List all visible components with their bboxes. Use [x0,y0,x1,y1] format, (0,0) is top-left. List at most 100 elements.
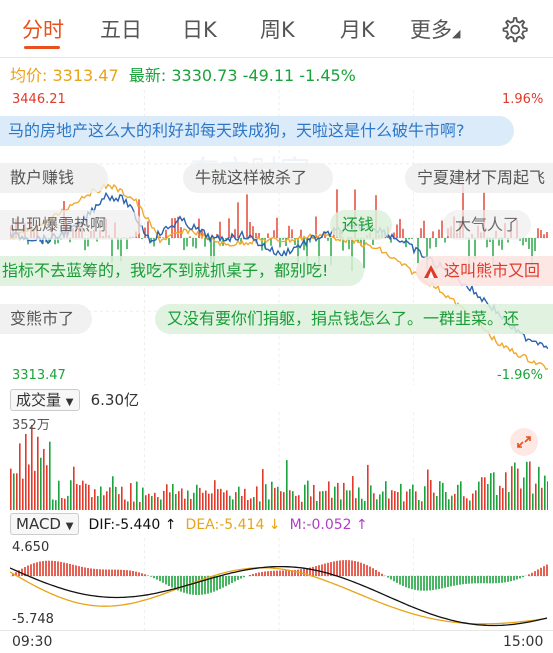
danmu-comment[interactable]: 牛就这样被杀了 [183,163,333,193]
price-low-pct: -1.96% [497,368,543,383]
volume-bar [514,462,516,510]
volume-bar [217,489,219,510]
gear-icon[interactable] [500,15,528,43]
volume-bar [79,485,81,510]
price-change: -49.11 [242,66,295,85]
volume-bar [130,483,132,510]
volume-bar [289,490,291,510]
danmu-comment[interactable]: 出现爆雷热啊 [0,210,142,240]
volume-bar [379,494,381,510]
volume-bar [502,488,504,510]
volume-bar [97,496,99,510]
volume-bar [376,499,378,510]
volume-bar [121,486,123,510]
volume-bar [43,448,45,510]
volume-bar [373,493,375,510]
danmu-comment[interactable]: 指标不去蓝筹的，我吃不到就抓桌子，都别吃! [0,256,364,286]
chevron-down-icon: ◢ [452,27,461,40]
danmu-comment[interactable]: 又没有要你们捐躯，捐点钱怎么了。一群韭菜。还 [155,304,553,334]
volume-bar [304,484,306,510]
volume-bar [247,500,249,510]
volume-bar [463,496,465,510]
tab-daily-k[interactable]: 日K [182,14,217,44]
danmu-comment[interactable]: 这叫熊市又回 [416,256,553,286]
volume-indicator-select[interactable]: 成交量 ▼ [10,389,80,411]
volume-bar [466,498,468,510]
danmu-comment-text: 这叫熊市又回 [444,261,541,280]
volume-bar [58,480,60,510]
avg-price-label: 均价: [10,66,48,85]
volume-bar [322,491,324,510]
volume-bar [421,501,423,510]
volume-bar [193,492,195,510]
macd-label: MACD [16,515,61,533]
volume-bar [337,482,339,510]
volume-bar [493,472,495,510]
tab-five-day[interactable]: 五日 [100,14,142,44]
volume-bar [490,473,492,510]
volume-bar [388,498,390,510]
volume-bar [274,487,276,510]
tab-monthly-k[interactable]: 月K [340,14,375,44]
volume-bar [424,486,426,510]
volume-bar [436,496,438,510]
volume-bar [526,461,528,510]
tab-more[interactable]: 更多◢ [410,14,460,44]
macd-indicator-select[interactable]: MACD ▼ [10,513,80,535]
volume-bar [220,488,222,510]
volume-bar [235,492,237,510]
volume-bar [46,465,48,510]
volume-bar [532,493,534,510]
danmu-comment[interactable]: 变熊市了 [0,304,92,334]
volume-bar [355,498,357,510]
axis-divider [0,630,553,631]
volume-bar [223,492,225,510]
volume-chart[interactable] [10,412,548,510]
volume-bar [148,493,150,510]
volume-bar [346,490,348,510]
volume-bar [160,499,162,510]
volume-bar [361,498,363,510]
volume-bar [271,481,273,510]
volume-bar [415,491,417,510]
macd-dif: DIF:-5.440 ↑ [88,517,177,533]
volume-bar [103,495,105,510]
volume-bar [409,488,411,510]
volume-bar [166,484,168,510]
price-low-label: 3313.47 [12,368,66,383]
volume-bar [268,499,270,510]
danmu-comment[interactable]: 马的房地产这么大的利好却每天跌成狗，天啦这是什么破牛市啊? [0,116,514,146]
volume-bar [211,493,213,510]
volume-bar [61,497,63,510]
volume-bar [544,475,546,510]
volume-bar [334,486,336,510]
volume-bar [118,494,120,510]
period-tabs: 分时 五日 日K 周K 月K 更多◢ [0,0,553,58]
time-axis-start: 09:30 [12,634,53,650]
volume-bar [184,498,186,510]
volume-bar [34,470,36,510]
volume-bar [31,425,33,510]
expand-icon[interactable] [510,428,538,456]
tab-weekly-k[interactable]: 周K [260,14,295,44]
volume-label: 成交量 [16,391,62,409]
volume-bar [163,490,165,510]
danmu-comment[interactable]: 还钱 [330,210,392,240]
danmu-comment[interactable]: 大气人了 [443,210,531,240]
tab-fenshi[interactable]: 分时 [22,14,64,44]
volume-bar [511,466,513,510]
volume-bar [244,488,246,510]
danmu-comment[interactable]: 散户赚钱 [0,163,108,193]
volume-bar [541,487,543,510]
volume-bar [316,500,318,510]
volume-bar [370,485,372,510]
quote-summary: 均价: 3313.47 最新: 3330.73 -49.11 -1.45% [10,62,356,86]
volume-bar [232,499,234,510]
last-price-value: 3330.73 [171,66,238,85]
macd-chart[interactable] [10,538,548,630]
volume-bar [529,461,531,510]
danmu-comment[interactable]: 宁夏建材下周起飞 [405,163,553,193]
volume-bar [172,483,174,510]
caret-down-icon: ▼ [65,521,74,532]
volume-bar [214,480,216,510]
